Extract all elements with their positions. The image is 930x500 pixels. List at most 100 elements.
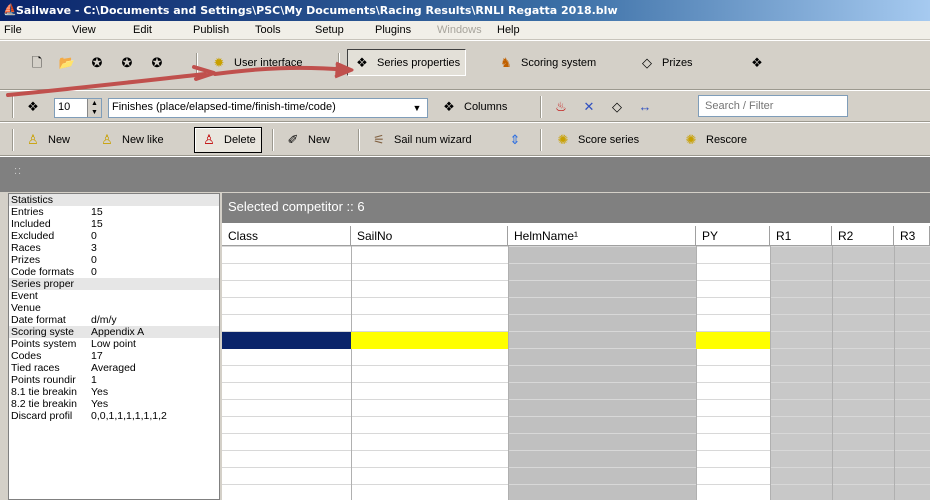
prizes-icon: ◇ xyxy=(642,55,652,70)
scoring-system-button[interactable]: ♞ Scoring system xyxy=(497,51,596,75)
column-header-r3[interactable]: R3 xyxy=(894,226,930,246)
sort-icon: ⇕ xyxy=(509,132,521,147)
save-button[interactable]: ✪ xyxy=(88,51,112,75)
filter-button[interactable]: ♨ xyxy=(552,95,576,119)
stat-value: 0 xyxy=(91,266,97,278)
column-header-r2[interactable]: R2 xyxy=(832,226,894,246)
menu-setup[interactable]: Setup xyxy=(315,23,344,38)
info-bar-grip: :: xyxy=(14,165,23,177)
menu-windows: Windows xyxy=(437,24,482,36)
stat-row: Venue xyxy=(9,302,219,314)
clear-filter-button[interactable]: ✕ xyxy=(580,95,604,119)
toolbar-separator xyxy=(272,129,274,151)
eraser-button[interactable]: ◇ xyxy=(608,95,632,119)
competitor-grid[interactable]: Selected competitor :: 6 Class SailNo He… xyxy=(222,193,930,500)
stat-value: 15 xyxy=(91,218,103,230)
column-header-sailno[interactable]: SailNo xyxy=(351,226,508,246)
stat-key: Entries xyxy=(11,206,44,218)
columns-button[interactable]: ❖ Columns xyxy=(440,95,507,119)
user-interface-icon: ✹ xyxy=(213,55,225,70)
chevron-down-icon[interactable]: ▼ xyxy=(409,100,425,116)
menu-tools[interactable]: Tools xyxy=(255,23,281,38)
stat-row: Included 15 xyxy=(9,218,219,230)
search-filter-box[interactable] xyxy=(698,95,848,117)
stat-row: 8.2 tie breakin Yes xyxy=(9,398,219,410)
new-competitor-label: New xyxy=(48,134,71,146)
toolbar-separator xyxy=(540,129,542,151)
series-properties-icon: ❖ xyxy=(356,54,368,70)
menu-file[interactable]: File xyxy=(4,23,22,38)
score-icon: ✺ xyxy=(557,132,569,147)
prizes-label: Prizes xyxy=(662,57,693,69)
races-visible-value: 10 xyxy=(58,101,71,113)
stat-row: Discard profil 0,0,1,1,1,1,1,1,2 xyxy=(9,410,219,422)
menu-help[interactable]: Help xyxy=(497,23,520,38)
delete-competitor-button[interactable]: ♙ Delete xyxy=(194,127,262,153)
score-series-button[interactable]: ✺ Score series xyxy=(554,128,640,152)
selected-cell-sailno[interactable] xyxy=(351,332,508,349)
stat-row: Entries 15 xyxy=(9,206,219,218)
stat-row: 8.1 tie breakin Yes xyxy=(9,386,219,398)
sailwave-app-icon: ⛵ xyxy=(3,3,17,16)
stat-row: Statistics xyxy=(9,194,219,206)
stat-row: Prizes 0 xyxy=(9,254,219,266)
view-toolbar: ❖ 10 ▲ ▼ Finishes (place/elapsed-time/fin… xyxy=(0,90,930,122)
open-file-button[interactable]: 📂 xyxy=(58,51,82,75)
user-interface-label: User interface xyxy=(234,57,303,69)
stat-key: Code formats xyxy=(11,266,75,278)
stat-row: Scoring syste Appendix A xyxy=(9,326,219,338)
save-as-button[interactable]: ✪ xyxy=(118,51,142,75)
column-header-py[interactable]: PY xyxy=(696,226,770,246)
view-mode-icon-button[interactable]: ❖ xyxy=(24,95,48,119)
sail-num-wizard-button[interactable]: ⚟ Sail num wizard xyxy=(370,128,472,152)
new-competitor-button[interactable]: ♙ New xyxy=(24,128,70,152)
columns-label: Columns xyxy=(464,101,508,113)
new-like-label: New like xyxy=(122,134,164,146)
extra-tool-button[interactable]: ❖ xyxy=(748,51,772,75)
stat-value: 0 xyxy=(91,230,97,242)
menu-plugins[interactable]: Plugins xyxy=(375,23,411,38)
stat-key: Series proper xyxy=(11,278,75,290)
rescore-button[interactable]: ✺ Rescore xyxy=(682,128,747,152)
race-columns-shade xyxy=(770,246,930,500)
grid-row-line xyxy=(222,365,930,366)
menu-publish[interactable]: Publish xyxy=(193,23,229,38)
toolbar-separator xyxy=(338,53,340,73)
stat-row: Code formats 0 xyxy=(9,266,219,278)
delete-person-icon: ♙ xyxy=(203,132,215,147)
menu-view[interactable]: View xyxy=(72,23,96,38)
search-input[interactable] xyxy=(699,96,847,116)
column-header-helmname[interactable]: HelmName¹ xyxy=(508,226,696,246)
view-mode-select[interactable]: Finishes (place/elapsed-time/finish-time… xyxy=(108,98,428,118)
delete-label: Delete xyxy=(224,134,256,146)
menu-edit[interactable]: Edit xyxy=(133,23,152,38)
stat-value: 1 xyxy=(91,374,97,386)
stat-value: Yes xyxy=(91,398,109,410)
selected-cell-class[interactable] xyxy=(222,332,351,349)
grid-row-line xyxy=(222,297,930,298)
stat-value: Averaged xyxy=(91,362,136,374)
close-file-button[interactable]: ✪ xyxy=(148,51,172,75)
column-header-r1[interactable]: R1 xyxy=(770,226,832,246)
sort-button[interactable]: ⇕ xyxy=(506,128,530,152)
stat-key: Statistics xyxy=(11,194,54,206)
race-flag-icon: ✐ xyxy=(287,132,299,147)
grid-vline xyxy=(696,246,697,500)
user-interface-button[interactable]: ✹ User interface xyxy=(210,51,303,75)
spinner-arrows[interactable]: ▲ ▼ xyxy=(87,99,101,117)
races-visible-spinner[interactable]: 10 ▲ ▼ xyxy=(54,98,102,118)
column-header-class[interactable]: Class xyxy=(222,226,351,246)
stat-value: 17 xyxy=(91,350,103,362)
stat-key: Points roundir xyxy=(11,374,76,386)
new-race-button[interactable]: ✐ New xyxy=(284,128,330,152)
new-like-button[interactable]: ♙ New like xyxy=(98,128,164,152)
sail-num-wizard-label: Sail num wizard xyxy=(394,134,472,146)
title-bar: ⛵ Sailwave - C:\Documents and Settings\P… xyxy=(0,0,930,21)
selected-cell-py[interactable] xyxy=(696,332,770,349)
grid-row-line xyxy=(222,382,930,383)
expand-button[interactable]: ↔ xyxy=(636,95,660,119)
grid-row-line xyxy=(222,399,930,400)
new-file-button[interactable]: 🗋 xyxy=(28,51,52,75)
prizes-button[interactable]: ◇ Prizes xyxy=(638,51,693,75)
series-properties-button[interactable]: ❖ Series properties xyxy=(347,49,467,76)
